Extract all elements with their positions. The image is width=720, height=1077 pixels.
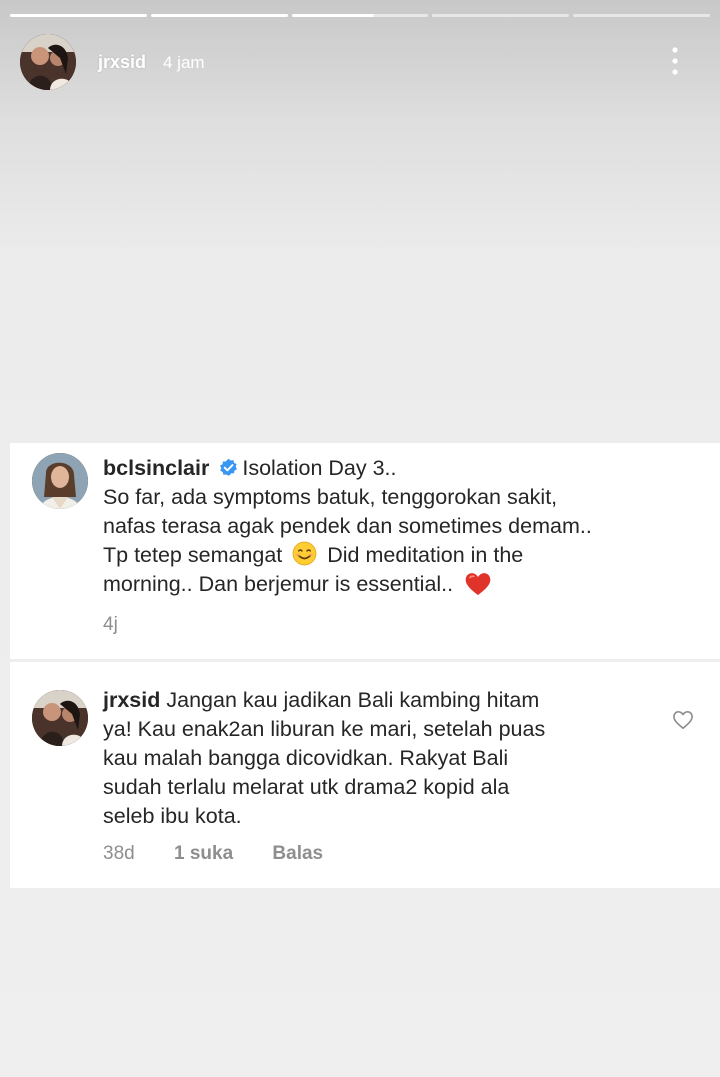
reply-comment-card: jrxsid Jangan kau jadikan Bali kambing h… xyxy=(10,662,720,888)
story-username[interactable]: jrxsid xyxy=(98,52,146,73)
smiling-face-emoji xyxy=(292,541,317,566)
post-first-line: Isolation Day 3.. xyxy=(242,456,397,480)
post-meta: 4j xyxy=(103,614,152,636)
reply-text: jrxsid Jangan kau jadikan Bali kambing h… xyxy=(103,686,663,831)
post-line: nafas terasa agak pendek dan sometimes d… xyxy=(103,514,592,538)
story-header: jrxsid 4 jam xyxy=(20,34,700,92)
progress-segment xyxy=(432,14,570,17)
reply-line: ya! Kau enak2an liburan ke mari, setelah… xyxy=(103,717,546,741)
story-time: 4 jam xyxy=(163,53,205,72)
reply-likes[interactable]: 1 suka xyxy=(174,843,233,864)
avatar[interactable] xyxy=(20,34,76,90)
post-age: 4j xyxy=(103,614,118,635)
post-line: Did meditation in the xyxy=(327,543,524,567)
post-username[interactable]: bclsinclair xyxy=(103,456,209,480)
post-text: bclsinclair Isolation Day 3.. So far, ad… xyxy=(103,454,663,599)
more-vertical-icon[interactable] xyxy=(672,46,678,76)
reply-line: sudah terlalu melarat utk drama2 kopid a… xyxy=(103,775,510,799)
reply-age: 38d xyxy=(103,843,135,864)
avatar[interactable] xyxy=(32,453,88,509)
avatar[interactable] xyxy=(32,690,88,746)
post-line: So far, ada symptoms batuk, tenggorokan … xyxy=(103,485,558,509)
progress-segment xyxy=(10,14,147,17)
story-progress-bar xyxy=(10,14,710,18)
reply-button[interactable]: Balas xyxy=(272,843,323,864)
red-heart-emoji xyxy=(465,573,491,596)
heart-outline-icon[interactable] xyxy=(672,710,694,730)
reply-meta: 38d 1 suka Balas xyxy=(103,843,357,865)
post-line: morning.. Dan berjemur is essential.. xyxy=(103,572,454,596)
progress-segment xyxy=(150,14,288,17)
reply-username[interactable]: jrxsid xyxy=(103,688,160,712)
post-line: Tp tetep semangat xyxy=(103,543,283,567)
progress-segment xyxy=(573,14,710,17)
reply-line: seleb ibu kota. xyxy=(103,804,242,828)
progress-segment-active xyxy=(291,14,429,17)
post-comment-card: bclsinclair Isolation Day 3.. So far, ad… xyxy=(10,443,720,659)
reply-line: Jangan kau jadikan Bali kambing hitam xyxy=(166,688,540,712)
reply-line: kau malah bangga dicovidkan. Rakyat Bali xyxy=(103,746,509,770)
verified-badge-icon xyxy=(220,458,238,476)
